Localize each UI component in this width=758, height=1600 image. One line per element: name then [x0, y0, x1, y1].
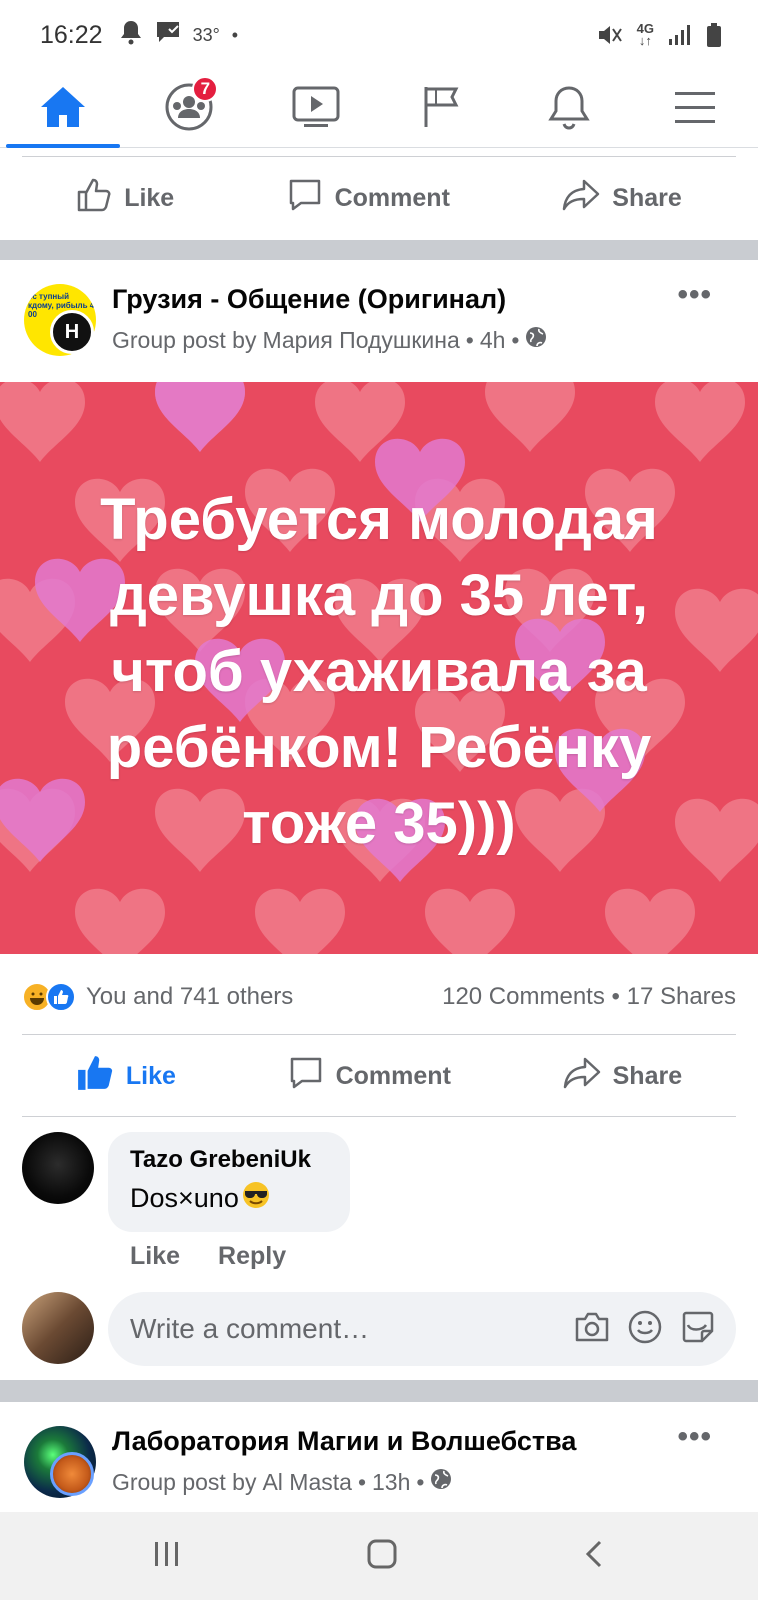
share-button[interactable]: Share [563, 1056, 682, 1097]
sticker-icon[interactable] [680, 1309, 716, 1350]
tab-groups[interactable]: 7 [126, 70, 252, 148]
divider [22, 1116, 736, 1117]
like-label: Like [124, 183, 175, 212]
tab-home[interactable] [0, 70, 126, 148]
comment-text: Dos×uno [130, 1180, 328, 1217]
system-nav-bar [0, 1512, 758, 1600]
status-bar: 16:22 33° • 4G ↓↑ [0, 0, 758, 70]
video-icon [292, 86, 340, 133]
recent-apps-icon[interactable] [152, 1540, 182, 1573]
shares-count[interactable]: 17 Shares [627, 983, 736, 1010]
post-subtitle: Group post by Мария Подушкина • 4h • [112, 326, 547, 354]
post-subtitle: Group post by Al Masta • 13h • [112, 1468, 452, 1496]
like-reaction-icon [46, 982, 76, 1012]
comment-like-link[interactable]: Like [130, 1242, 180, 1271]
like-button[interactable]: Like [76, 177, 174, 220]
group-name[interactable]: Грузия - Общение (Оригинал) [112, 284, 506, 315]
engagement-counts: 120 Comments • 17 Shares [442, 983, 736, 1010]
like-label: Like [125, 1061, 176, 1090]
message-status-icon [155, 20, 181, 51]
post-options-button[interactable]: ••• [677, 1420, 712, 1454]
divider [22, 1034, 736, 1035]
sunglasses-emoji-icon [241, 1180, 271, 1217]
share-label: Share [612, 183, 682, 212]
battery-icon [706, 22, 722, 48]
comment-label: Comment [334, 183, 450, 212]
comments-count[interactable]: 120 Comments [442, 983, 605, 1010]
reactions-summary: You and 741 others 120 Comments • 17 Sha… [22, 972, 736, 1022]
post-separator [0, 1380, 758, 1402]
comment-icon [288, 1055, 324, 1098]
signal-icon [668, 24, 692, 46]
share-label: Share [612, 1061, 683, 1090]
write-comment-placeholder: Write a comment… [130, 1313, 370, 1344]
globe-icon [430, 1468, 452, 1496]
write-comment-input[interactable]: Write a comment… [108, 1292, 736, 1366]
groups-badge: 7 [192, 76, 219, 102]
divider [22, 156, 736, 157]
subtitle-prefix: Group post by [112, 1468, 257, 1495]
share-icon [562, 178, 600, 219]
dot-indicator: • [231, 24, 239, 45]
mute-vibrate-icon [597, 23, 623, 47]
bell-icon [547, 84, 591, 135]
temperature-label: 33° [192, 24, 220, 45]
author-name[interactable]: Мария Подушкина [262, 327, 459, 354]
comment-button[interactable]: Comment [287, 177, 450, 220]
comment-actions: Like Reply [130, 1242, 286, 1271]
share-button[interactable]: Share [562, 178, 682, 219]
globe-icon [525, 326, 547, 354]
home-icon [39, 85, 87, 134]
top-nav: 7 [0, 70, 758, 148]
emoji-icon[interactable] [628, 1310, 662, 1349]
comment-author[interactable]: Tazo GrebeniUk [130, 1146, 328, 1174]
post-options-button[interactable]: ••• [677, 278, 712, 312]
post-actions: Like Comment Share [0, 1036, 758, 1116]
share-icon [563, 1056, 601, 1097]
author-name[interactable]: Al Masta [262, 1469, 351, 1496]
comment-button[interactable]: Comment [288, 1055, 451, 1098]
commenter-avatar[interactable] [22, 1132, 94, 1204]
post-header: ес тупный кдому, рибыль 4 00 H Грузия - … [0, 268, 758, 378]
back-icon[interactable] [582, 1539, 606, 1574]
menu-icon [674, 90, 715, 129]
tab-menu[interactable] [632, 70, 758, 148]
camera-icon[interactable] [574, 1311, 610, 1348]
post-time[interactable]: 4h [480, 327, 506, 354]
post-separator [0, 240, 758, 260]
bell-status-icon [119, 19, 143, 52]
home-button-icon[interactable] [366, 1538, 398, 1575]
tab-notifications[interactable] [506, 70, 632, 148]
post-image[interactable]: Требуется молодая девушка до 35 лет, что… [0, 382, 758, 954]
post-time[interactable]: 13h [372, 1469, 410, 1496]
reactions-count[interactable]: You and 741 others [22, 982, 293, 1012]
post-image-text: Требуется молодая девушка до 35 лет, что… [100, 487, 658, 856]
comment-reply-link[interactable]: Reply [218, 1242, 286, 1271]
comment-icon [287, 177, 323, 220]
group-name[interactable]: Лаборатория Магии и Волшебства [112, 1426, 576, 1457]
comment-label: Comment [335, 1061, 451, 1090]
prev-post-actions: Like Comment Share [0, 158, 758, 238]
reactions-text: You and 741 others [86, 983, 294, 1010]
comment-bubble[interactable]: Tazo GrebeniUk Dos×uno [108, 1132, 350, 1232]
post-header: Лаборатория Магии и Волшебства Group pos… [0, 1410, 758, 1520]
status-time: 16:22 [40, 20, 103, 49]
like-button[interactable]: Like [76, 1054, 176, 1099]
author-mini-avatar[interactable]: H [50, 310, 94, 354]
tab-watch[interactable] [253, 70, 379, 148]
thumbs-up-filled-icon [76, 1054, 114, 1099]
subtitle-prefix: Group post by [112, 326, 257, 353]
current-user-avatar [22, 1292, 94, 1364]
tab-pages[interactable] [379, 70, 505, 148]
thumbs-up-outline-icon [76, 177, 112, 220]
author-mini-avatar[interactable] [50, 1452, 94, 1496]
network-label: 4G ↓↑ [636, 21, 654, 48]
flag-icon [422, 85, 462, 134]
